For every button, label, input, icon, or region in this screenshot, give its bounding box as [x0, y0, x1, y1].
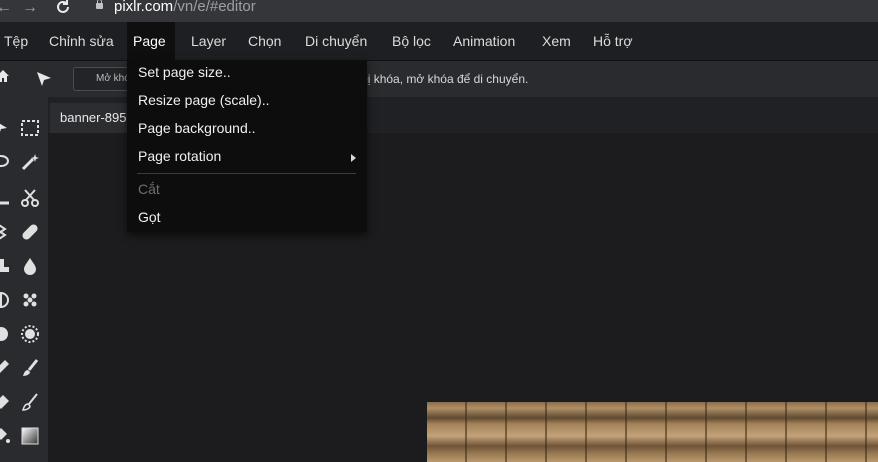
lasso-tool-icon[interactable] [0, 151, 12, 173]
menu-item-resize-page[interactable]: Resize page (scale).. [138, 92, 270, 108]
drop-icon[interactable] [19, 255, 41, 277]
heal-icon[interactable] [19, 221, 41, 243]
home-icon[interactable] [0, 69, 10, 88]
menu-edit[interactable]: Chỉnh sửa [43, 22, 120, 60]
menu-animation[interactable]: Animation [447, 22, 521, 60]
sponge-icon[interactable] [19, 289, 41, 311]
magic-wand-icon[interactable] [19, 151, 41, 173]
menu-item-trim[interactable]: Gọt [138, 209, 161, 225]
menu-item-set-page-size[interactable]: Set page size.. [138, 64, 231, 80]
brush-icon[interactable] [19, 391, 41, 413]
submenu-arrow-icon [351, 154, 356, 162]
menu-move[interactable]: Di chuyển [299, 22, 373, 60]
browser-toolbar: ← → pixlr.com/vn/e/#editor [0, 0, 878, 22]
menu-view[interactable]: Xem [536, 22, 577, 60]
liquify-icon[interactable] [0, 221, 12, 243]
menu-file[interactable]: Tệp [0, 22, 34, 60]
fill-icon[interactable] [0, 425, 12, 447]
dodge-icon[interactable] [0, 289, 12, 311]
arrange-tool-icon[interactable] [0, 117, 12, 139]
reload-icon[interactable] [55, 0, 71, 19]
marquee-tool-icon[interactable] [19, 117, 41, 139]
menu-help[interactable]: Hỗ trợ [587, 22, 639, 60]
arrange-tool-icon[interactable] [35, 70, 53, 93]
url-host: pixlr.com [114, 0, 174, 15]
blur-icon[interactable] [0, 323, 12, 345]
menu-separator [137, 173, 356, 174]
crop-tool-icon[interactable] [0, 187, 12, 209]
app-menubar: Tệp Chỉnh sửa Page Layer Chọn Di chuyển … [0, 22, 878, 61]
address-bar[interactable]: pixlr.com/vn/e/#editor [114, 0, 256, 15]
canvas-image [427, 402, 878, 462]
menu-select[interactable]: Chọn [242, 22, 287, 60]
back-icon[interactable]: ← [0, 0, 12, 16]
forward-icon[interactable]: → [22, 0, 38, 16]
gradient-icon[interactable] [19, 425, 41, 447]
lock-icon [96, 0, 103, 9]
menu-filter[interactable]: Bộ lọc [386, 22, 437, 60]
menu-page[interactable]: Page [127, 22, 175, 60]
menu-item-cut: Cắt [138, 181, 160, 197]
menu-item-page-background[interactable]: Page background.. [138, 120, 256, 136]
brush-icon[interactable] [19, 357, 41, 379]
url-path: /vn/e/#editor [173, 0, 256, 15]
menu-layer[interactable]: Layer [185, 22, 232, 60]
eraser-icon[interactable] [0, 391, 12, 413]
focus-icon[interactable] [19, 323, 41, 345]
tools-panel [0, 97, 48, 462]
scissors-icon[interactable] [19, 187, 41, 209]
menu-item-page-rotation[interactable]: Page rotation [138, 148, 221, 164]
pen-icon[interactable] [0, 357, 12, 379]
page-menu-dropdown: Set page size.. Resize page (scale).. Pa… [127, 60, 367, 232]
stamp-icon[interactable] [0, 255, 12, 277]
